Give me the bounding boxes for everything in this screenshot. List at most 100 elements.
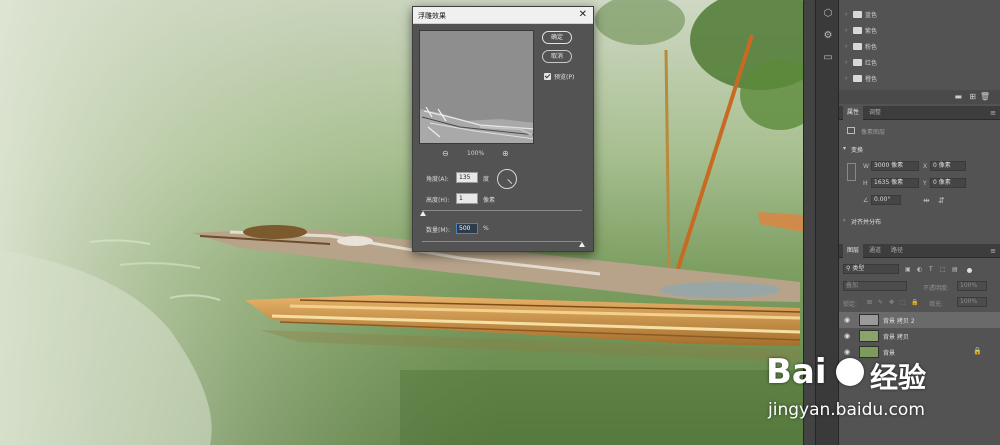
chevron-right-icon: › [845,43,848,50]
image-canvas[interactable] [0,0,803,445]
close-icon[interactable]: ✕ [579,9,587,21]
blend-mode-select[interactable]: 叠加 [843,281,907,291]
swatch-group[interactable]: › 红色 [839,55,1000,71]
tab-layers[interactable]: 图层 [843,244,864,258]
filter-adjust-icon[interactable]: ◐ [917,266,922,273]
filter-shape-icon[interactable]: ⬚ [940,266,946,273]
lock-all-icon[interactable]: 🔒 [911,299,918,306]
layer-type-label: 像素图层 [861,129,886,136]
swatches-footer: ▬ ⊞ 🗑 [839,90,1000,104]
lock-artboard-icon[interactable]: ⬚ [900,299,906,306]
angle-unit: 度 [483,176,490,183]
folder-new-icon[interactable]: ▬ [954,92,962,101]
pixel-layer-icon [847,127,855,134]
zoom-level: 100% [467,150,485,157]
ok-button[interactable]: 确定 [542,31,572,44]
flip-vertical-icon[interactable]: ⇵ [938,196,945,205]
emboss-dialog: 浮雕效果 ✕ ⊖ 100% ⊕ 确定 取消 预览(P) 角度(A): 135 度… [412,6,594,252]
layer-row[interactable]: ◉ 背景 拷贝 [839,328,1000,344]
menu-icon[interactable]: ≡ [990,244,996,258]
height-unit: 像素 [483,197,496,204]
amount-label: 数量(M): [426,227,450,234]
amount-unit: % [483,225,489,232]
panel-icon[interactable]: ▭ [822,52,834,64]
y-field[interactable]: 0 像素 [930,178,966,188]
height-field[interactable]: 1635 像素 [871,178,919,188]
preview-checkbox[interactable] [544,73,551,80]
eye-icon[interactable]: ◉ [844,316,850,324]
paw-icon [836,358,864,386]
chevron-right-icon: › [845,11,848,18]
folder-icon [853,11,862,18]
watermark-url: jingyan.baidu.com [768,400,925,420]
link-icon[interactable] [847,163,856,181]
chevron-right-icon: › [845,27,848,34]
cube-icon[interactable]: ⬡ [822,8,834,20]
zoom-out-icon[interactable]: ⊖ [442,149,449,158]
menu-icon[interactable]: ≡ [990,106,996,120]
swatch-group[interactable]: › 紫色 [839,23,1000,39]
swatch-group[interactable]: › 蓝色 [839,7,1000,23]
swatches-panel: › 蓝色 › 紫色 › 粉色 › 红色 › 橙色 ▬ ⊞ 🗑 [839,0,1000,104]
height-label: 高度(H): [426,197,450,204]
fill-field[interactable]: 100% [957,297,987,307]
height-slider-thumb[interactable] [420,211,426,216]
opacity-field[interactable]: 100% [957,281,987,291]
lock-transparency-icon[interactable]: ⊠ [867,299,872,306]
filter-type-icon[interactable]: T [929,266,933,273]
transform-section-title: 变换 [851,147,864,154]
baidu-watermark: Bai 经验 jingyan.baidu.com [758,350,948,430]
lock-position-icon[interactable]: ✥ [889,299,894,306]
chevron-right-icon: › [845,75,848,82]
chevron-right-icon: › [845,59,848,66]
zoom-in-icon[interactable]: ⊕ [502,149,509,158]
layer-thumbnail [859,330,879,342]
lock-icon: 🔒 [973,347,982,355]
height-slider[interactable] [422,210,582,211]
filter-toggle[interactable] [967,268,972,273]
tab-channels[interactable]: 通道 [865,244,885,258]
preview-label: 预览(P) [554,74,575,81]
rotation-field[interactable]: 0.00° [871,195,901,205]
tab-properties[interactable]: 属性 [843,106,864,120]
emboss-preview-image [420,31,533,143]
filter-preview[interactable] [419,30,534,144]
trash-icon[interactable]: 🗑 [980,92,990,101]
swatch-group[interactable]: › 粉色 [839,39,1000,55]
filter-smart-icon[interactable]: ▤ [952,266,958,273]
angle-input[interactable]: 135 [456,172,478,183]
flip-horizontal-icon[interactable]: ⇹ [923,196,930,205]
layer-thumbnail [859,314,879,326]
amount-input[interactable]: 500 [456,223,478,234]
tab-adjustments[interactable]: 调整 [865,106,885,120]
lock-pixels-icon[interactable]: ✎ [878,299,883,306]
adjustments-icon[interactable]: ⚙ [822,30,834,42]
properties-tabbar: 属性 调整 ≡ [839,106,1000,120]
watermark-brand: Bai [766,352,827,392]
watermark-brand-cn: 经验 [870,361,927,394]
dialog-titlebar[interactable]: 浮雕效果 ✕ [413,7,593,24]
angle-dial[interactable] [497,169,517,189]
folder-icon [853,59,862,66]
dialog-title: 浮雕效果 [418,12,446,20]
angle-icon: ∠ [863,197,869,204]
cancel-button[interactable]: 取消 [542,50,572,63]
amount-slider[interactable] [422,241,582,242]
height-input[interactable]: 1 [456,193,478,204]
chevron-right-icon[interactable]: › [843,217,845,224]
folder-icon [853,75,862,82]
tab-paths[interactable]: 路径 [887,244,907,258]
add-icon[interactable]: ⊞ [969,92,976,101]
properties-panel: 属性 调整 ≡ 像素图层 ▾ 变换 W 3000 像素 X 0 像素 H 163… [839,106,1000,236]
align-section-title: 对齐并分布 [851,219,882,226]
angle-label: 角度(A): [426,176,449,183]
x-field[interactable]: 0 像素 [930,161,966,171]
layer-row[interactable]: ◉ 背景 拷贝 2 [839,312,1000,328]
swatch-group[interactable]: › 橙色 [839,71,1000,87]
chevron-down-icon[interactable]: ▾ [843,145,846,152]
filter-pixel-icon[interactable]: ▣ [905,266,911,273]
width-field[interactable]: 3000 像素 [871,161,919,171]
layer-filter-select[interactable]: ⚲ 类型 [843,264,899,274]
amount-slider-thumb[interactable] [579,242,585,247]
eye-icon[interactable]: ◉ [844,332,850,340]
